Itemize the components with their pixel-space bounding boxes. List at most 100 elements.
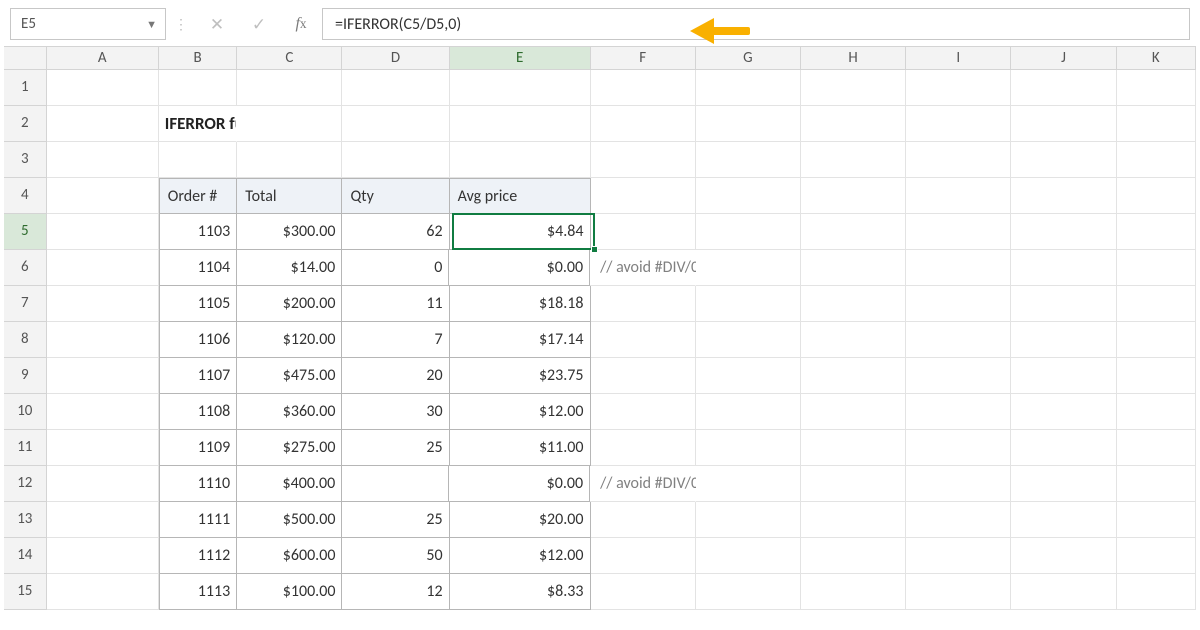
cell-G14[interactable] [696,538,801,574]
row-header-11[interactable]: 11 [4,430,47,466]
cell-C3[interactable] [237,142,342,178]
cell-F7[interactable] [591,286,696,322]
cell-I5[interactable] [906,214,1011,250]
cell-K4[interactable] [1117,178,1196,214]
row-header-10[interactable]: 10 [4,394,47,430]
cell-J9[interactable] [1011,358,1116,394]
cell-A9[interactable] [47,358,159,394]
col-header-G[interactable]: G [696,47,801,69]
cell-F14[interactable] [591,538,696,574]
col-header-B[interactable]: B [159,47,237,69]
cell-I6[interactable] [906,250,1011,286]
cell-G10[interactable] [696,394,801,430]
cell-B5[interactable]: 1103 [159,214,237,250]
row-header-7[interactable]: 7 [4,286,47,322]
cell-H1[interactable] [801,70,906,106]
cell-K9[interactable] [1117,358,1196,394]
cancel-icon[interactable]: ✕ [196,8,238,40]
cell-J4[interactable] [1011,178,1116,214]
col-header-A[interactable]: A [47,47,159,69]
cell-G9[interactable] [696,358,801,394]
cell-E15[interactable]: $8.33 [450,574,591,610]
cell-K7[interactable] [1117,286,1196,322]
cell-C10[interactable]: $360.00 [237,394,342,430]
select-all-corner[interactable] [4,47,47,69]
row-header-2[interactable]: 2 [4,106,47,142]
cell-K3[interactable] [1117,142,1196,178]
cell-F9[interactable] [591,358,696,394]
cell-K15[interactable] [1117,574,1196,610]
cell-C6[interactable]: $14.00 [237,250,342,286]
cell-B8[interactable]: 1106 [159,322,237,358]
cell-J13[interactable] [1011,502,1116,538]
cell-D15[interactable]: 12 [342,574,449,610]
col-header-J[interactable]: J [1011,47,1116,69]
cell-J7[interactable] [1011,286,1116,322]
cell-H14[interactable] [801,538,906,574]
cell-K11[interactable] [1117,430,1196,466]
cell-H12[interactable] [801,466,906,502]
cell-I9[interactable] [906,358,1011,394]
cell-I11[interactable] [906,430,1011,466]
cell-E7[interactable]: $18.18 [450,286,591,322]
cell-A7[interactable] [47,286,159,322]
cell-I1[interactable] [906,70,1011,106]
row-header-5[interactable]: 5 [4,214,47,250]
row-header-13[interactable]: 13 [4,502,47,538]
cell-F5[interactable] [591,214,696,250]
cell-D1[interactable] [342,70,449,106]
row-header-9[interactable]: 9 [4,358,47,394]
cell-K5[interactable] [1117,214,1196,250]
cell-D10[interactable]: 30 [342,394,449,430]
cell-C4[interactable]: Total [237,178,342,214]
cell-E13[interactable]: $20.00 [450,502,591,538]
cell-A4[interactable] [47,178,159,214]
cell-E4[interactable]: Avg price [450,178,591,214]
cell-H13[interactable] [801,502,906,538]
cell-J6[interactable] [1011,250,1116,286]
cell-C7[interactable]: $200.00 [237,286,342,322]
spreadsheet-grid[interactable]: A B C D E F G H I J K 12IFERROR function… [4,46,1196,610]
cell-K14[interactable] [1117,538,1196,574]
col-header-D[interactable]: D [342,47,449,69]
cell-F6[interactable]: // avoid #DIV/0! [590,250,696,286]
cell-K10[interactable] [1117,394,1196,430]
cell-I13[interactable] [906,502,1011,538]
cell-E8[interactable]: $17.14 [450,322,591,358]
row-header-8[interactable]: 8 [4,322,47,358]
cell-G8[interactable] [696,322,801,358]
cell-C14[interactable]: $600.00 [237,538,342,574]
cell-A5[interactable] [47,214,159,250]
cell-G6[interactable] [696,250,801,286]
col-header-H[interactable]: H [801,47,906,69]
cell-H4[interactable] [801,178,906,214]
cell-J15[interactable] [1011,574,1116,610]
cell-K6[interactable] [1117,250,1196,286]
cell-B13[interactable]: 1111 [159,502,237,538]
cell-A6[interactable] [47,250,159,286]
enter-icon[interactable]: ✓ [238,8,280,40]
cell-F15[interactable] [591,574,696,610]
cell-J5[interactable] [1011,214,1116,250]
cell-I8[interactable] [906,322,1011,358]
cell-K13[interactable] [1117,502,1196,538]
cell-H15[interactable] [801,574,906,610]
fx-icon[interactable]: fx [280,8,322,40]
name-box[interactable]: E5 ▼ [10,8,166,40]
cell-F2[interactable] [591,106,696,142]
cell-D2[interactable] [342,106,449,142]
cell-E11[interactable]: $11.00 [450,430,591,466]
cell-E3[interactable] [450,142,591,178]
cell-J11[interactable] [1011,430,1116,466]
cell-J3[interactable] [1011,142,1116,178]
cell-C13[interactable]: $500.00 [237,502,342,538]
cell-E14[interactable]: $12.00 [450,538,591,574]
cell-J10[interactable] [1011,394,1116,430]
cell-A15[interactable] [47,574,159,610]
cell-F13[interactable] [591,502,696,538]
cell-I14[interactable] [906,538,1011,574]
cell-D7[interactable]: 11 [342,286,449,322]
cell-G1[interactable] [696,70,801,106]
cell-F4[interactable] [591,178,696,214]
cell-G5[interactable] [696,214,801,250]
